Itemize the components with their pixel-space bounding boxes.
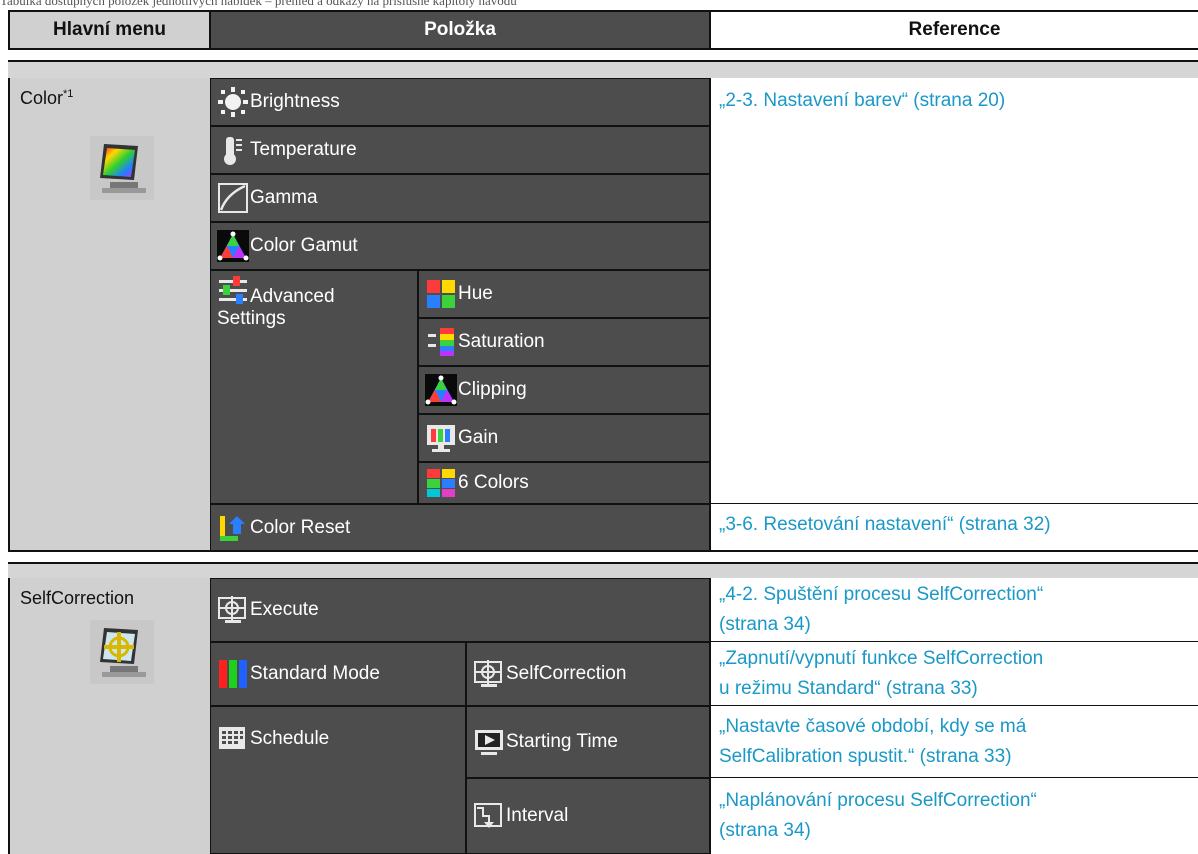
advanced-settings-wrap: Advanced Settings bbox=[217, 274, 413, 330]
selfcorrection-main-label: SelfCorrection bbox=[20, 588, 135, 608]
color-main-label: Color bbox=[20, 88, 64, 108]
item-color-reset-label: Color Reset bbox=[250, 516, 351, 538]
color-main-menu-cell: Color*1 bbox=[8, 78, 210, 552]
reference-link-color-settings[interactable]: „2-3. Nastavení barev“ (strana 20) bbox=[719, 86, 1005, 116]
item-brightness: Brightness bbox=[210, 78, 710, 126]
reference-divider bbox=[711, 777, 1198, 778]
sub-interval-label: Interval bbox=[506, 805, 569, 826]
sub-hue: Hue bbox=[418, 270, 710, 318]
reference-interval-line2: (strana 34) bbox=[719, 820, 811, 841]
gain-icon bbox=[425, 422, 457, 454]
color-gamut-icon bbox=[217, 230, 249, 262]
sub-clipping-label: Clipping bbox=[458, 379, 527, 400]
saturation-icon bbox=[425, 326, 457, 358]
sub-selfcorrection: SelfCorrection bbox=[466, 642, 710, 706]
selfcorrection-reference-cell: „4-2. Spuštění procesu SelfCorrection“ (… bbox=[710, 578, 1198, 854]
reference-standard-line1: „Zapnutí/vypnutí funkce SelfCorrection bbox=[719, 648, 1044, 669]
sub-clipping: Clipping bbox=[418, 366, 710, 414]
sub-saturation: Saturation bbox=[418, 318, 710, 366]
color-monitor-icon bbox=[90, 136, 154, 200]
sub-starting-time-label: Starting Time bbox=[506, 731, 618, 752]
reference-divider bbox=[711, 641, 1198, 642]
item-advanced-settings: Advanced Settings bbox=[210, 270, 418, 504]
item-brightness-label: Brightness bbox=[250, 91, 340, 112]
item-gamma: Gamma bbox=[210, 174, 710, 222]
execute-icon bbox=[217, 594, 249, 626]
sub-hue-label: Hue bbox=[458, 283, 493, 304]
section-color-band bbox=[8, 60, 1198, 78]
sub-selfcorrection-label: SelfCorrection bbox=[506, 663, 627, 684]
sub-interval: Interval bbox=[466, 778, 710, 854]
color-main-label-wrap: Color*1 bbox=[20, 88, 73, 109]
sub-six-colors-label: 6 Colors bbox=[458, 472, 529, 493]
six-colors-icon bbox=[425, 467, 457, 499]
reference-divider bbox=[711, 705, 1198, 706]
hue-icon bbox=[425, 278, 457, 310]
item-execute-label: Execute bbox=[250, 599, 319, 620]
color-footnote-mark: *1 bbox=[63, 88, 74, 100]
reference-standard-line2: u režimu Standard“ (strana 33) bbox=[719, 678, 978, 699]
brightness-icon bbox=[217, 86, 249, 118]
header-reference: Reference bbox=[710, 10, 1198, 50]
clipping-icon bbox=[425, 374, 457, 406]
item-temperature: Temperature bbox=[210, 126, 710, 174]
item-schedule: Schedule bbox=[210, 706, 466, 854]
reference-link-standard-mode[interactable]: „Zapnutí/vypnutí funkce SelfCorrection u… bbox=[719, 644, 1043, 704]
reference-link-starting-time[interactable]: „Nastavte časové období, kdy se má SelfC… bbox=[719, 712, 1026, 772]
color-reset-icon bbox=[217, 511, 249, 544]
selfcorrection-monitor-icon bbox=[90, 620, 154, 684]
selfcorrection-icon bbox=[473, 658, 505, 690]
item-temperature-label: Temperature bbox=[250, 139, 357, 160]
truncated-top-text: Tabulka dostupných položek jednotlivých … bbox=[0, 0, 517, 8]
starting-time-icon bbox=[473, 726, 505, 758]
interval-icon bbox=[473, 800, 505, 832]
sub-gain: Gain bbox=[418, 414, 710, 462]
item-standard-mode-label: Standard Mode bbox=[250, 663, 380, 684]
reference-link-reset[interactable]: „3-6. Resetování nastavení“ (strana 32) bbox=[719, 510, 1051, 540]
reference-link-interval[interactable]: „Naplánování procesu SelfCorrection“ (st… bbox=[719, 786, 1037, 846]
standard-mode-icon bbox=[217, 658, 249, 690]
section-selfcorrection-band bbox=[8, 562, 1198, 578]
reference-interval-line1: „Naplánování procesu SelfCorrection“ bbox=[719, 790, 1037, 811]
schedule-icon bbox=[217, 723, 249, 755]
reference-link-execute[interactable]: „4-2. Spuštění procesu SelfCorrection“ (… bbox=[719, 580, 1043, 640]
item-standard-mode: Standard Mode bbox=[210, 642, 466, 706]
header-reference-label: Reference bbox=[908, 19, 1001, 40]
item-gamma-label: Gamma bbox=[250, 187, 318, 208]
item-color-reset: Color Reset bbox=[210, 504, 710, 552]
item-color-gamut: Color Gamut bbox=[210, 222, 710, 270]
reference-starting-line1: „Nastavte časové období, kdy se má bbox=[719, 716, 1027, 737]
reference-execute-line2: (strana 34) bbox=[719, 614, 811, 635]
sub-gain-label: Gain bbox=[458, 427, 499, 448]
gamma-icon bbox=[217, 182, 249, 214]
reference-execute-line1: „4-2. Spuštění procesu SelfCorrection“ bbox=[719, 584, 1044, 605]
temperature-icon bbox=[217, 134, 249, 166]
item-color-gamut-label: Color Gamut bbox=[250, 235, 358, 256]
item-execute: Execute bbox=[210, 578, 710, 642]
sub-starting-time: Starting Time bbox=[466, 706, 710, 778]
color-reference-cell: „2-3. Nastavení barev“ (strana 20) „3-6.… bbox=[710, 78, 1198, 552]
sub-saturation-label: Saturation bbox=[458, 331, 545, 352]
selfcorrection-main-menu-cell: SelfCorrection bbox=[8, 578, 210, 854]
sub-six-colors: 6 Colors bbox=[418, 462, 710, 504]
reference-divider bbox=[711, 503, 1198, 504]
header-item-label: Položka bbox=[424, 19, 496, 40]
reference-starting-line2: SelfCalibration spustit.“ (strana 33) bbox=[719, 746, 1012, 767]
item-schedule-label: Schedule bbox=[250, 728, 330, 749]
header-main-menu: Hlavní menu bbox=[8, 10, 210, 50]
header-item: Položka bbox=[210, 10, 710, 50]
header-main-menu-label: Hlavní menu bbox=[53, 19, 166, 40]
advanced-settings-icon bbox=[217, 274, 249, 306]
